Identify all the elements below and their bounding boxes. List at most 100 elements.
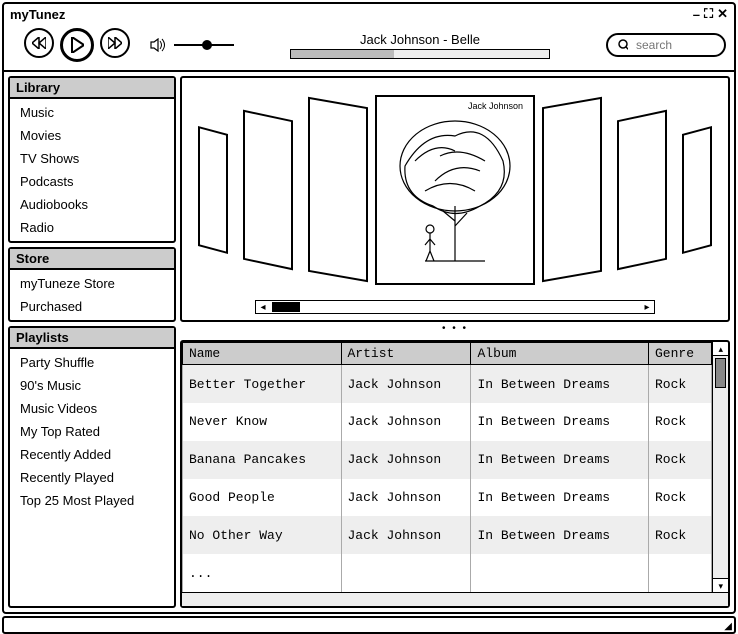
coverflow-card[interactable] bbox=[243, 110, 293, 271]
table-vertical-scrollbar[interactable]: ▴ ▾ bbox=[712, 342, 728, 592]
col-name[interactable]: Name bbox=[183, 343, 342, 365]
cell-genre: Rock bbox=[648, 516, 711, 554]
sidebar-item-90s-music[interactable]: 90's Music bbox=[10, 374, 174, 397]
cell-name: Better Together bbox=[183, 365, 342, 404]
coverflow-card[interactable] bbox=[542, 97, 602, 283]
cell-artist: Jack Johnson bbox=[341, 365, 471, 404]
play-button[interactable] bbox=[60, 28, 94, 62]
col-artist[interactable]: Artist bbox=[341, 343, 471, 365]
cell-album: In Between Dreams bbox=[471, 441, 649, 479]
titlebar: myTunez – ⛶ ✕ bbox=[4, 4, 734, 24]
scroll-left-icon[interactable]: ◂ bbox=[256, 302, 270, 313]
sidebar-item-my-top-rated[interactable]: My Top Rated bbox=[10, 420, 174, 443]
cell-album: In Between Dreams bbox=[471, 365, 649, 404]
main-area: Jack Johnson bbox=[180, 72, 734, 612]
coverflow-panel: Jack Johnson bbox=[180, 76, 730, 322]
cell-genre: Rock bbox=[648, 479, 711, 517]
cell-name: No Other Way bbox=[183, 516, 342, 554]
app-title: myTunez bbox=[10, 7, 65, 22]
store-panel: Store myTuneze Store Purchased bbox=[8, 247, 176, 322]
resize-grip-icon[interactable]: ◢ bbox=[724, 623, 732, 631]
cell-artist bbox=[341, 554, 471, 592]
sidebar-item-top-25[interactable]: Top 25 Most Played bbox=[10, 489, 174, 512]
sidebar-item-recently-added[interactable]: Recently Added bbox=[10, 443, 174, 466]
coverflow-card[interactable] bbox=[617, 110, 667, 271]
rewind-button[interactable] bbox=[24, 28, 54, 58]
cell-name: ... bbox=[183, 554, 342, 592]
forward-button[interactable] bbox=[100, 28, 130, 58]
sidebar-item-store[interactable]: myTuneze Store bbox=[10, 272, 174, 295]
play-icon bbox=[70, 37, 84, 53]
sidebar-item-radio[interactable]: Radio bbox=[10, 216, 174, 239]
scroll-right-icon[interactable]: ▸ bbox=[640, 302, 654, 313]
splitter-handle[interactable]: • • • bbox=[180, 326, 730, 336]
now-playing-title: Jack Johnson - Belle bbox=[360, 32, 480, 47]
cell-name: Good People bbox=[183, 479, 342, 517]
now-playing: Jack Johnson - Belle bbox=[254, 32, 586, 59]
cell-album bbox=[471, 554, 649, 592]
sidebar-item-audiobooks[interactable]: Audiobooks bbox=[10, 193, 174, 216]
table-row[interactable]: ... bbox=[183, 554, 712, 592]
sidebar-item-recently-played[interactable]: Recently Played bbox=[10, 466, 174, 489]
sidebar-item-purchased[interactable]: Purchased bbox=[10, 295, 174, 318]
close-button[interactable]: ✕ bbox=[717, 6, 728, 22]
table-row[interactable]: No Other WayJack JohnsonIn Between Dream… bbox=[183, 516, 712, 554]
cell-genre: Rock bbox=[648, 441, 711, 479]
sidebar: Library Music Movies TV Shows Podcasts A… bbox=[4, 72, 180, 612]
cell-artist: Jack Johnson bbox=[341, 479, 471, 517]
track-table-panel: Name Artist Album Genre Better TogetherJ… bbox=[180, 340, 730, 608]
coverflow[interactable]: Jack Johnson bbox=[195, 90, 715, 290]
playlists-panel: Playlists Party Shuffle 90's Music Music… bbox=[8, 326, 176, 608]
sidebar-item-music[interactable]: Music bbox=[10, 101, 174, 124]
forward-icon bbox=[108, 37, 122, 49]
sidebar-item-movies[interactable]: Movies bbox=[10, 124, 174, 147]
table-row[interactable]: Never KnowJack JohnsonIn Between DreamsR… bbox=[183, 403, 712, 441]
cell-artist: Jack Johnson bbox=[341, 403, 471, 441]
coverflow-center[interactable]: Jack Johnson bbox=[375, 95, 535, 285]
library-header: Library bbox=[10, 78, 174, 99]
search-box[interactable] bbox=[606, 33, 726, 57]
cell-name: Banana Pancakes bbox=[183, 441, 342, 479]
cell-genre: Rock bbox=[648, 365, 711, 404]
playlists-header: Playlists bbox=[10, 328, 174, 349]
progress-fill bbox=[291, 50, 394, 58]
cell-artist: Jack Johnson bbox=[341, 441, 471, 479]
col-album[interactable]: Album bbox=[471, 343, 649, 365]
search-input[interactable] bbox=[634, 37, 714, 53]
table-row[interactable]: Better TogetherJack JohnsonIn Between Dr… bbox=[183, 365, 712, 404]
table-row[interactable]: Good PeopleJack JohnsonIn Between Dreams… bbox=[183, 479, 712, 517]
coverflow-card[interactable] bbox=[308, 97, 368, 283]
scroll-thumb[interactable] bbox=[272, 302, 300, 312]
cell-album: In Between Dreams bbox=[471, 516, 649, 554]
album-art-tree-icon bbox=[385, 111, 525, 271]
col-genre[interactable]: Genre bbox=[648, 343, 711, 365]
sidebar-item-music-videos[interactable]: Music Videos bbox=[10, 397, 174, 420]
statusbar: ◢ bbox=[2, 616, 736, 634]
scroll-down-icon[interactable]: ▾ bbox=[713, 578, 728, 592]
toolbar: Jack Johnson - Belle bbox=[4, 24, 734, 72]
app-window: myTunez – ⛶ ✕ Jack Johns bbox=[2, 2, 736, 614]
table-horizontal-scrollbar[interactable] bbox=[182, 592, 728, 606]
sidebar-item-tv-shows[interactable]: TV Shows bbox=[10, 147, 174, 170]
scroll-thumb[interactable] bbox=[715, 358, 726, 388]
cell-album: In Between Dreams bbox=[471, 479, 649, 517]
sidebar-item-podcasts[interactable]: Podcasts bbox=[10, 170, 174, 193]
coverflow-card[interactable] bbox=[198, 126, 228, 254]
volume-control[interactable] bbox=[150, 38, 234, 52]
coverflow-scrollbar[interactable]: ◂ ▸ bbox=[255, 300, 655, 314]
search-icon bbox=[618, 39, 628, 51]
volume-slider[interactable] bbox=[174, 44, 234, 46]
track-table: Name Artist Album Genre Better TogetherJ… bbox=[182, 342, 712, 592]
scroll-up-icon[interactable]: ▴ bbox=[713, 342, 728, 356]
sidebar-item-party-shuffle[interactable]: Party Shuffle bbox=[10, 351, 174, 374]
maximize-button[interactable]: ⛶ bbox=[704, 6, 713, 22]
playback-controls bbox=[24, 28, 130, 62]
minimize-button[interactable]: – bbox=[693, 7, 700, 22]
coverflow-card[interactable] bbox=[682, 126, 712, 254]
table-header-row: Name Artist Album Genre bbox=[183, 343, 712, 365]
table-row[interactable]: Banana PancakesJack JohnsonIn Between Dr… bbox=[183, 441, 712, 479]
library-panel: Library Music Movies TV Shows Podcasts A… bbox=[8, 76, 176, 243]
progress-bar[interactable] bbox=[290, 49, 550, 59]
body: Library Music Movies TV Shows Podcasts A… bbox=[4, 72, 734, 612]
speaker-icon bbox=[150, 38, 168, 52]
